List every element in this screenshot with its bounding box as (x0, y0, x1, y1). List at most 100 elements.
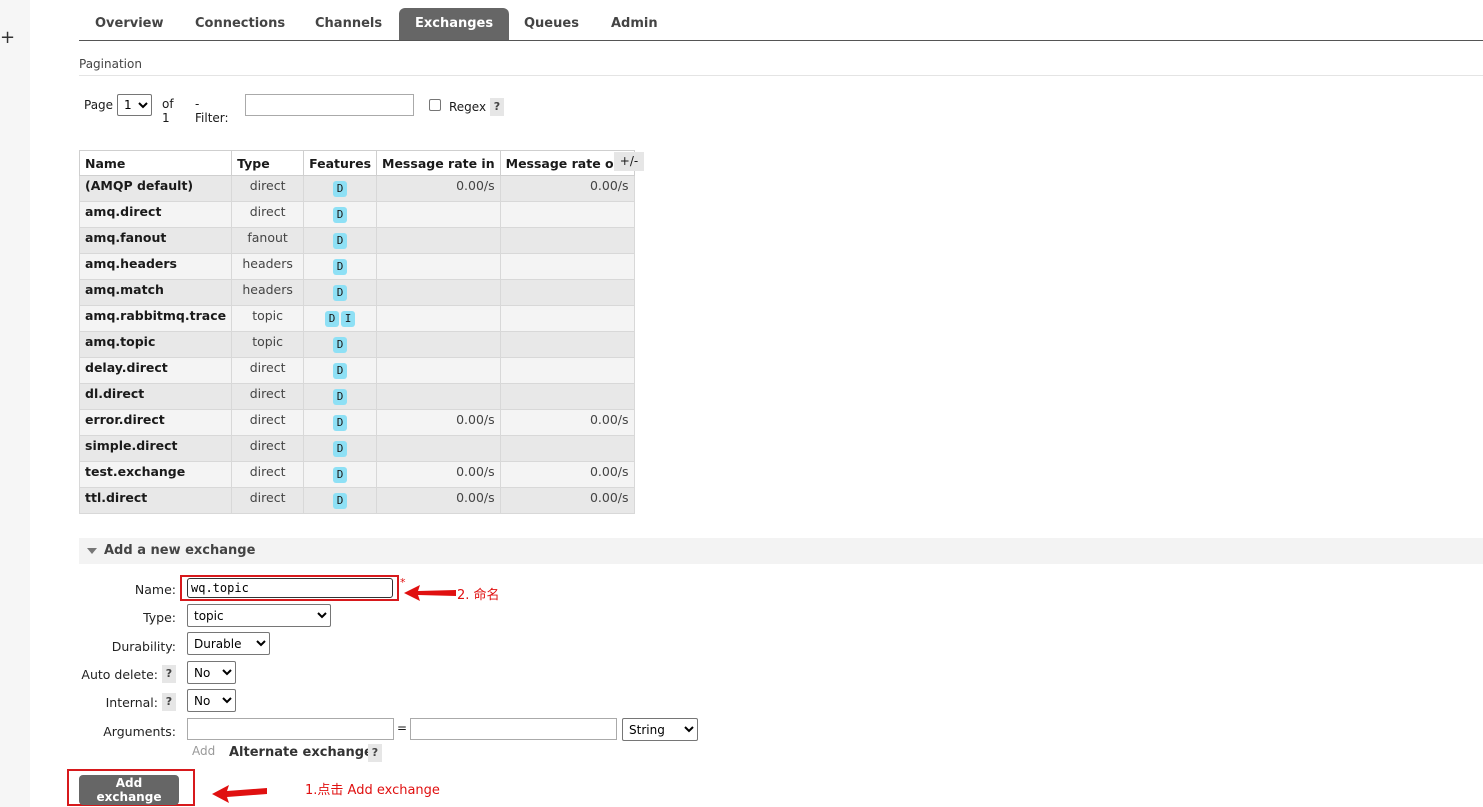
filter-label: - Filter: (195, 97, 229, 125)
tab-channels[interactable]: Channels (299, 8, 398, 40)
tab-admin[interactable]: Admin (595, 8, 674, 40)
features-cell: D (303, 357, 378, 384)
page-select[interactable]: 1 (117, 94, 152, 116)
argument-value-input[interactable] (410, 718, 617, 740)
table-row[interactable]: (AMQP default) direct D 0.00/s 0.00/s (78, 175, 635, 202)
exchange-name-cell[interactable]: amq.fanout (78, 227, 233, 254)
add-exchange-section-header[interactable]: Add a new exchange (79, 538, 1483, 564)
tab-overview[interactable]: Overview (79, 8, 180, 40)
durability-select[interactable]: Durable (187, 632, 270, 655)
features-cell: D (303, 279, 378, 306)
rate-out-cell: 0.00/s (499, 487, 635, 514)
rate-in-cell (376, 383, 501, 410)
rate-out-cell (499, 253, 635, 280)
tab-connections[interactable]: Connections (179, 8, 301, 40)
rate-out-cell (499, 279, 635, 306)
argument-type-select[interactable]: String (622, 718, 698, 741)
rate-in-cell (376, 331, 501, 358)
rate-in-cell (376, 357, 501, 384)
tab-queues[interactable]: Queues (508, 8, 595, 40)
rate-in-cell: 0.00/s (376, 461, 501, 488)
pagination-divider (79, 75, 1483, 76)
column-header-type[interactable]: Type (231, 150, 305, 176)
feature-badge: D (333, 467, 348, 483)
columns-toggle-button[interactable]: +/- (614, 152, 644, 171)
exchange-name-cell[interactable]: delay.direct (78, 357, 233, 384)
exchange-name-cell[interactable]: error.direct (78, 409, 233, 436)
rate-out-cell (499, 357, 635, 384)
table-row[interactable]: dl.direct direct D (78, 383, 635, 410)
column-header-rate-in[interactable]: Message rate in (376, 150, 501, 176)
add-exchange-button[interactable]: Add exchange (79, 775, 179, 805)
feature-badge: D (333, 493, 348, 509)
exchange-name-cell[interactable]: simple.direct (78, 435, 233, 462)
feature-badge: D (333, 415, 348, 431)
filter-input[interactable] (245, 94, 414, 116)
table-row[interactable]: amq.match headers D (78, 279, 635, 306)
rate-in-cell (376, 279, 501, 306)
internal-select[interactable]: No (187, 689, 236, 712)
table-row[interactable]: amq.topic topic D (78, 331, 635, 358)
regex-help-icon[interactable]: ? (490, 98, 504, 116)
table-row[interactable]: simple.direct direct D (78, 435, 635, 462)
table-row[interactable]: amq.headers headers D (78, 253, 635, 280)
table-row[interactable]: ttl.direct direct D 0.00/s 0.00/s (78, 487, 635, 514)
exchange-name-input[interactable] (187, 578, 393, 598)
equals-sign: = (397, 721, 408, 735)
rate-out-cell (499, 305, 635, 332)
rate-in-cell (376, 227, 501, 254)
exchange-type-cell: direct (231, 409, 305, 436)
exchange-name-cell[interactable]: test.exchange (78, 461, 233, 488)
exchange-type-cell: topic (231, 305, 305, 332)
features-cell: D (303, 253, 378, 280)
plus-icon: + (0, 27, 16, 48)
exchange-name-cell[interactable]: (AMQP default) (78, 175, 233, 202)
submit-annotation: 1.点击 Add exchange (305, 783, 440, 798)
exchange-name-cell[interactable]: amq.topic (78, 331, 233, 358)
table-row[interactable]: test.exchange direct D 0.00/s 0.00/s (78, 461, 635, 488)
auto-delete-help-icon[interactable]: ? (162, 665, 176, 683)
rate-out-cell (499, 201, 635, 228)
features-cell: D (303, 201, 378, 228)
exchanges-table: Name Type Features Message rate in Messa… (78, 150, 635, 514)
column-header-name[interactable]: Name (78, 150, 233, 176)
name-annotation: 2. 命名 (457, 588, 500, 603)
rate-out-cell (499, 331, 635, 358)
exchange-name-cell[interactable]: amq.match (78, 279, 233, 306)
internal-help-icon[interactable]: ? (162, 693, 176, 711)
rate-in-cell (376, 201, 501, 228)
features-cell: D (303, 409, 378, 436)
add-argument-link[interactable]: Add (192, 744, 215, 758)
page-label: Page (84, 98, 114, 112)
auto-delete-select[interactable]: No (187, 661, 236, 684)
table-row[interactable]: amq.rabbitmq.trace topic D I (78, 305, 635, 332)
page-count: of 1 (162, 97, 174, 125)
exchange-type-cell: direct (231, 357, 305, 384)
rate-in-cell (376, 435, 501, 462)
exchange-type-select[interactable]: topic (187, 604, 331, 627)
pagination-heading: Pagination (79, 57, 142, 71)
features-cell: D (303, 175, 378, 202)
exchange-type-cell: direct (231, 383, 305, 410)
exchange-name-cell[interactable]: dl.direct (78, 383, 233, 410)
arrow-left-icon (404, 585, 456, 601)
exchange-name-cell[interactable]: amq.rabbitmq.trace (78, 305, 233, 332)
exchange-type-cell: topic (231, 331, 305, 358)
regex-checkbox[interactable] (429, 99, 441, 111)
argument-key-input[interactable] (187, 718, 394, 740)
exchange-type-cell: direct (231, 461, 305, 488)
alternate-exchange-link[interactable]: Alternate exchange (229, 745, 373, 760)
feature-badge: D (325, 311, 340, 327)
table-row[interactable]: amq.direct direct D (78, 201, 635, 228)
table-row[interactable]: error.direct direct D 0.00/s 0.00/s (78, 409, 635, 436)
tab-exchanges[interactable]: Exchanges (399, 8, 510, 40)
feature-badge: D (333, 441, 348, 457)
table-row[interactable]: amq.fanout fanout D (78, 227, 635, 254)
alternate-exchange-help-icon[interactable]: ? (368, 744, 382, 762)
features-cell: D (303, 461, 378, 488)
table-row[interactable]: delay.direct direct D (78, 357, 635, 384)
exchange-name-cell[interactable]: amq.headers (78, 253, 233, 280)
exchange-type-cell: direct (231, 201, 305, 228)
exchange-name-cell[interactable]: ttl.direct (78, 487, 233, 514)
exchange-name-cell[interactable]: amq.direct (78, 201, 233, 228)
